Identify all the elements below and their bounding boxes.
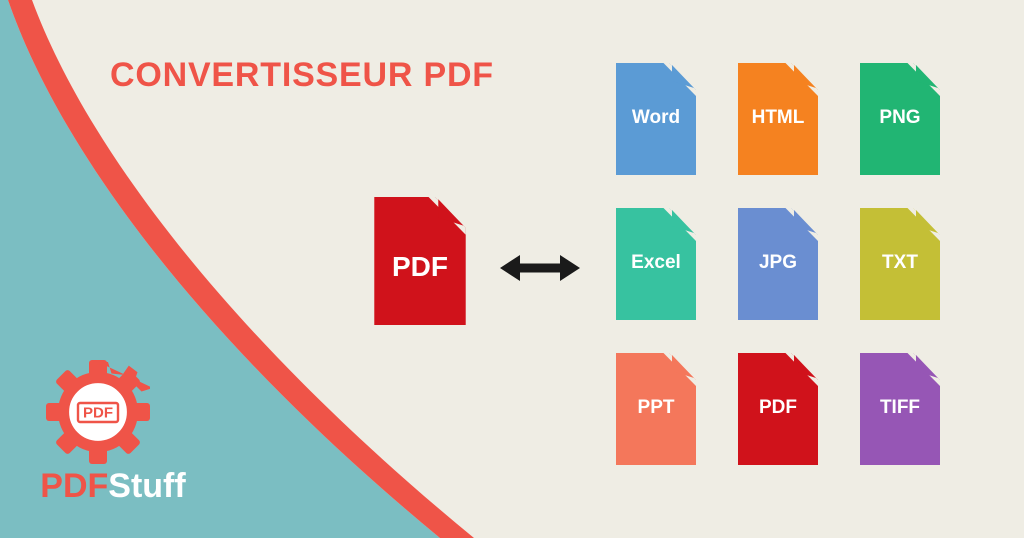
document-icon [860,208,940,320]
document-icon [738,208,818,320]
format-card-excel[interactable]: Excel [616,208,696,320]
gear-icon: PDF [46,360,150,464]
format-card-ppt[interactable]: PPT [616,353,696,465]
format-card-jpg[interactable]: JPG [738,208,818,320]
document-icon [738,353,818,465]
format-card-tiff[interactable]: TIFF [860,353,940,465]
banner-canvas: CONVERTISSEUR PDF PDF PDFStuff PDF Word … [0,0,1024,538]
target-formats-grid: Word HTML PNG Excel JPG TXT PPT PDF TIFF [616,63,944,475]
document-icon [738,63,818,175]
document-icon [616,208,696,320]
format-card-png[interactable]: PNG [860,63,940,175]
brand-wordmark-primary: PDF [40,467,109,505]
gear-badge-label: PDF [83,405,113,422]
document-icon [374,197,466,325]
document-icon [860,63,940,175]
source-format-card[interactable]: PDF [368,197,472,325]
brand-wordmark-secondary: Stuff [108,467,186,505]
document-icon [860,353,940,465]
brand-logo[interactable]: PDF PDFStuff [18,360,208,510]
format-card-txt[interactable]: TXT [860,208,940,320]
double-arrow-shape [500,255,580,281]
document-icon [616,353,696,465]
brand-wordmark: PDFStuff [18,464,208,508]
format-card-pdf[interactable]: PDF [738,353,818,465]
format-card-html[interactable]: HTML [738,63,818,175]
document-icon [616,63,696,175]
page-title: CONVERTISSEUR PDF [110,56,494,94]
format-card-word[interactable]: Word [616,63,696,175]
double-arrow-icon [500,255,580,281]
